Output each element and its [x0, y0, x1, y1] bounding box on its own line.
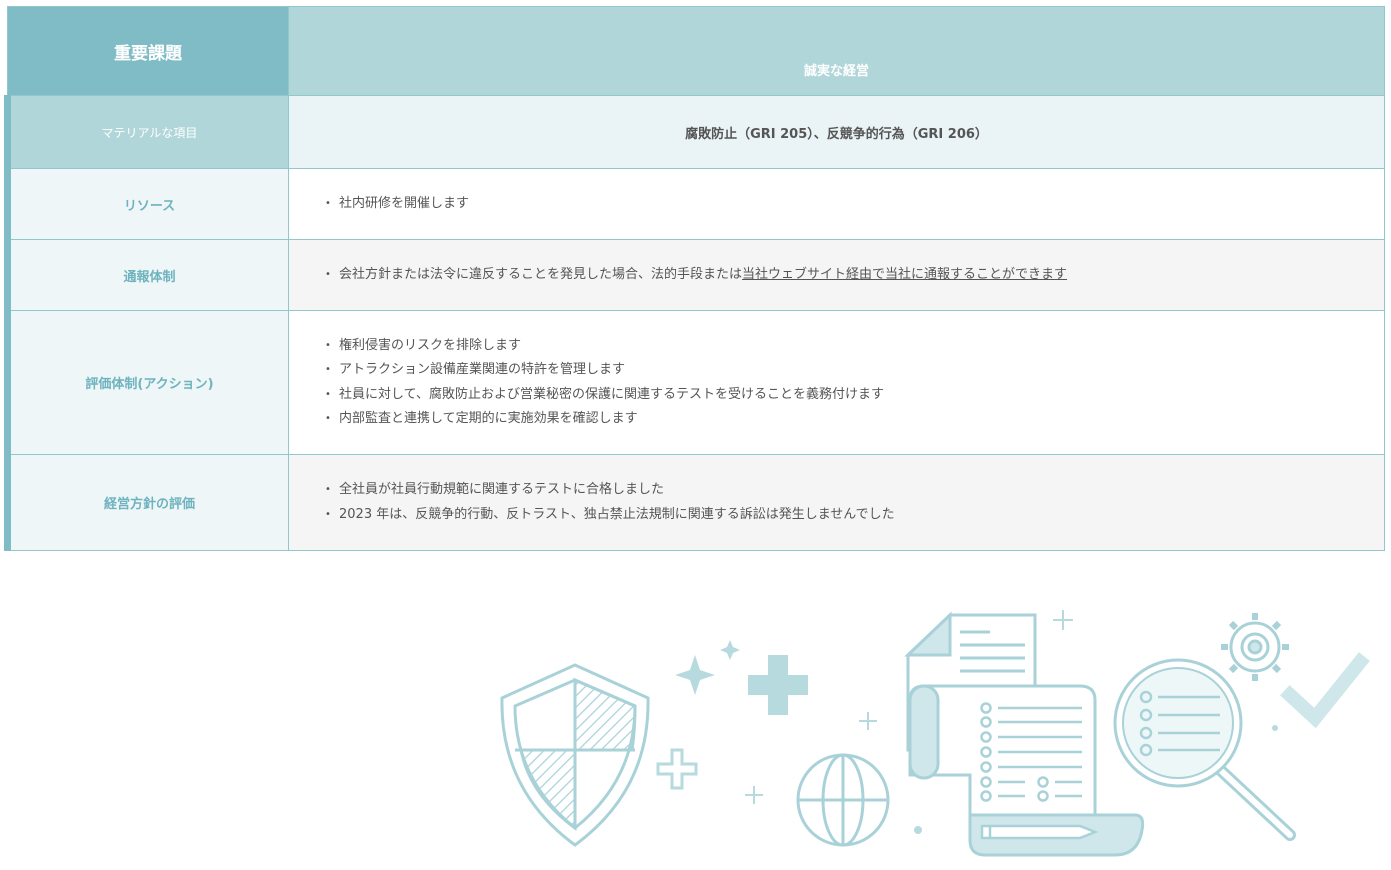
- row-label-policy-evaluation: 経営方針の評価: [4, 454, 289, 551]
- table-row: マテリアルな項目 腐敗防止（GRI 205）、反競争的行為（GRI 206）: [4, 95, 1385, 169]
- checkmark-icon: [1280, 652, 1370, 729]
- row-label-material-items: マテリアルな項目: [4, 95, 289, 169]
- row-value-evaluation-actions: 権利侵害のリスクを排除します アトラクション設備産業関連の特許を管理します 社員…: [288, 310, 1385, 455]
- header-value-text: 誠実な経営: [803, 64, 869, 79]
- table-row: 評価体制(アクション) 権利侵害のリスクを排除します アトラクション設備産業関連…: [4, 310, 1385, 455]
- list-item: 内部監査と連携して定期的に実施効果を確認します: [325, 407, 1384, 432]
- shield-icon: [500, 663, 650, 847]
- row-value-reporting: 会社方針または法令に違反することを発見した場合、法的手段または当社ウェブサイト経…: [288, 239, 1385, 311]
- pencil-icon: [980, 824, 1099, 840]
- row-label-reporting: 通報体制: [4, 239, 289, 311]
- row-value-material-items: 腐敗防止（GRI 205）、反競争的行為（GRI 206）: [288, 95, 1385, 169]
- globe-icon: [796, 753, 890, 847]
- list-item: 2023 年は、反競争的行動、反トラスト、独占禁止法規制に関連する訴訟は発生しま…: [325, 503, 1384, 528]
- table-row: 経営方針の評価 全社員が社員行動規範に関連するテストに合格しました 2023 年…: [4, 454, 1385, 551]
- header-value: 誠実な経営: [288, 6, 1385, 96]
- magnifier-icon: [1113, 658, 1296, 841]
- reporting-text: 会社方針または法令に違反することを発見した場合、法的手段または: [339, 266, 743, 282]
- policy-evaluation-list: 全社員が社員行動規範に関連するテストに合格しました 2023 年は、反競争的行動…: [325, 478, 1384, 527]
- header-label: 重要課題: [7, 6, 289, 96]
- row-value-policy-evaluation: 全社員が社員行動規範に関連するテストに合格しました 2023 年は、反競争的行動…: [288, 454, 1385, 551]
- resources-list: 社内研修を開催します: [325, 192, 1384, 217]
- list-item: 権利侵害のリスクを排除します: [325, 334, 1384, 359]
- row-label-evaluation-actions: 評価体制(アクション): [4, 310, 289, 455]
- evaluation-actions-list: 権利侵害のリスクを排除します アトラクション設備産業関連の特許を管理します 社員…: [325, 334, 1384, 432]
- compliance-illustration: [500, 610, 1370, 857]
- list-item: アトラクション設備産業関連の特許を管理します: [325, 358, 1384, 383]
- list-item: 全社員が社員行動規範に関連するテストに合格しました: [325, 478, 1384, 503]
- report-via-website-link[interactable]: 当社ウェブサイト経由で当社に通報することができます: [742, 267, 1067, 282]
- list-item: 社員に対して、腐敗防止および営業秘密の保護に関連するテストを受けることを義務付け…: [325, 383, 1384, 408]
- reporting-list: 会社方針または法令に違反することを発見した場合、法的手段または当社ウェブサイト経…: [325, 263, 1384, 288]
- table-row: リソース 社内研修を開催します: [4, 168, 1385, 240]
- table-header-row: 重要課題 誠実な経営: [7, 6, 1385, 96]
- gear-icon: [1221, 613, 1289, 681]
- row-label-resources: リソース: [4, 168, 289, 240]
- table-row: 通報体制 会社方針または法令に違反することを発見した場合、法的手段または当社ウェ…: [4, 239, 1385, 311]
- material-issue-table: 重要課題 誠実な経営 マテリアルな項目 腐敗防止（GRI 205）、反競争的行為…: [4, 6, 1385, 551]
- list-item: 会社方針または法令に違反することを発見した場合、法的手段または当社ウェブサイト経…: [325, 263, 1384, 288]
- list-item: 社内研修を開催します: [325, 192, 1384, 217]
- row-value-resources: 社内研修を開催します: [288, 168, 1385, 240]
